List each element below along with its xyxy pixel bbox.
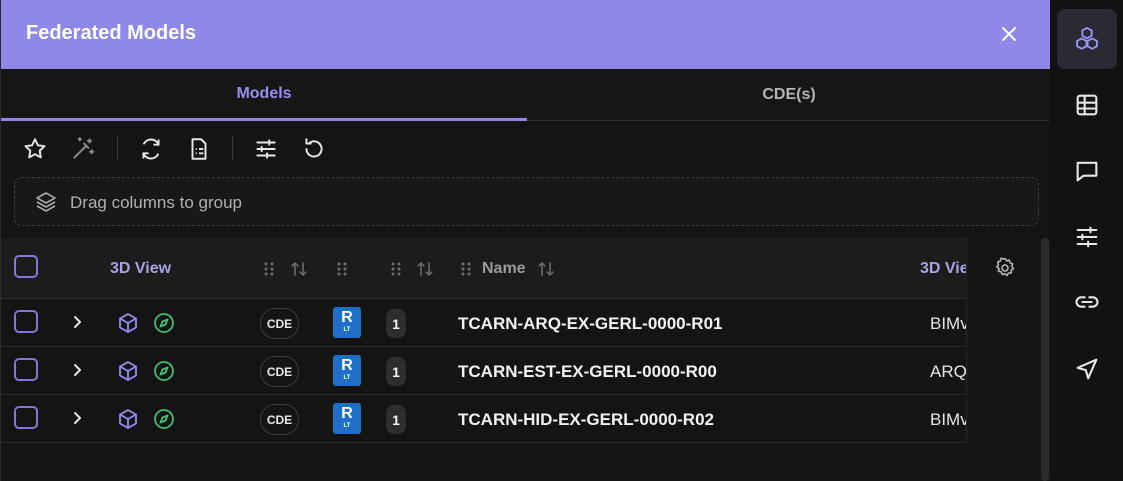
select-all-checkbox[interactable] <box>14 255 38 278</box>
drag-handle-icon[interactable] <box>460 261 472 277</box>
report-button[interactable] <box>186 136 212 162</box>
link-icon <box>1075 296 1099 308</box>
settings-sliders-button[interactable] <box>1057 207 1117 267</box>
table-icon <box>1076 94 1098 116</box>
link-button[interactable] <box>1057 272 1117 332</box>
layers-icon <box>36 192 56 212</box>
federated-models-panel: Federated Models Models CDE(s) Drag colu… <box>0 0 1051 481</box>
sort-icon[interactable] <box>290 260 308 278</box>
cde-badge: CDE <box>260 308 299 339</box>
magic-wand-icon <box>73 137 95 159</box>
group-placeholder: Drag columns to group <box>70 193 242 212</box>
revit-lt-icon: R LT <box>333 403 361 434</box>
cube-icon[interactable] <box>116 359 140 383</box>
column-settings-cell <box>966 238 1039 443</box>
cubes-icon <box>1076 26 1098 50</box>
close-button[interactable] <box>997 22 1021 46</box>
reset-icon <box>305 138 323 158</box>
cde-badge: CDE <box>260 356 299 387</box>
column-3d-view-secondary[interactable]: 3D Vie <box>920 260 966 278</box>
grid-header: 3D View Name 3D Vie <box>1 238 1039 299</box>
comment-icon <box>1076 161 1098 182</box>
version-badge: 1 <box>386 405 406 434</box>
scrollbar-thumb[interactable] <box>1041 238 1049 481</box>
table-row[interactable]: CDE R LT 1 TCARN-ARQ-EX-GERL-0000-R01 BI… <box>1 299 1039 347</box>
filters-button[interactable] <box>253 136 279 162</box>
cube-icon[interactable] <box>116 311 140 335</box>
row-checkbox[interactable] <box>14 358 38 381</box>
sliders-icon <box>256 139 276 159</box>
chevron-right-icon[interactable] <box>68 361 86 379</box>
table-button[interactable] <box>1057 75 1117 135</box>
toolbar <box>1 122 1051 174</box>
chevron-right-icon[interactable] <box>68 409 86 427</box>
panel-title: Federated Models <box>26 22 197 44</box>
revit-lt-icon: R LT <box>333 355 361 386</box>
compass-icon[interactable] <box>152 311 176 335</box>
view-name: BIMv <box>930 410 966 429</box>
sliders-icon <box>1076 226 1098 248</box>
tab-bar: Models CDE(s) <box>1 69 1051 121</box>
document-list-icon <box>191 138 207 160</box>
refresh-icon <box>142 138 160 160</box>
tab-models[interactable]: Models <box>1 69 527 121</box>
view-name: BIMv <box>930 314 966 333</box>
sort-icon[interactable] <box>537 260 555 278</box>
model-name: TCARN-ARQ-EX-GERL-0000-R01 <box>458 314 723 333</box>
group-drop-zone[interactable]: Drag columns to group <box>14 177 1039 226</box>
compass-icon[interactable] <box>152 407 176 431</box>
version-badge: 1 <box>386 309 406 338</box>
magic-button[interactable] <box>70 136 96 162</box>
panel-header: Federated Models <box>1 0 1051 69</box>
version-badge: 1 <box>386 357 406 386</box>
reset-button[interactable] <box>301 136 327 162</box>
table-row[interactable]: CDE R LT 1 TCARN-EST-EX-GERL-0000-R00 AR… <box>1 347 1039 395</box>
favorite-button[interactable] <box>22 136 48 162</box>
row-checkbox[interactable] <box>14 310 38 333</box>
comments-button[interactable] <box>1057 141 1117 201</box>
column-name[interactable]: Name <box>482 260 526 278</box>
row-checkbox[interactable] <box>14 406 38 429</box>
toolbar-divider <box>117 136 118 160</box>
drag-handle-icon[interactable] <box>390 261 402 277</box>
toolbar-divider <box>232 136 233 160</box>
drag-handle-icon[interactable] <box>336 261 348 277</box>
tab-cdes[interactable]: CDE(s) <box>527 69 1051 121</box>
cube-icon[interactable] <box>116 407 140 431</box>
gear-icon[interactable] <box>993 256 1017 280</box>
drag-handle-icon[interactable] <box>263 261 275 277</box>
send-icon <box>1076 358 1098 380</box>
star-icon <box>24 138 46 159</box>
models-grid: 3D View Name 3D Vie CDE R LT 1 TCARN-ARQ… <box>1 238 1039 481</box>
close-icon <box>1002 27 1016 41</box>
table-row[interactable]: CDE R LT 1 TCARN-HID-EX-GERL-0000-R02 BI… <box>1 395 1039 443</box>
right-icon-rail <box>1050 0 1123 481</box>
model-name: TCARN-EST-EX-GERL-0000-R00 <box>458 362 717 381</box>
revit-lt-icon: R LT <box>333 307 361 338</box>
chevron-right-icon[interactable] <box>68 313 86 331</box>
cde-badge: CDE <box>260 404 299 435</box>
federated-models-button[interactable] <box>1057 9 1117 69</box>
refresh-button[interactable] <box>138 136 164 162</box>
send-button[interactable] <box>1057 339 1117 399</box>
model-name: TCARN-HID-EX-GERL-0000-R02 <box>458 410 714 429</box>
view-name: ARQ <box>930 362 966 381</box>
sort-icon[interactable] <box>416 260 434 278</box>
compass-icon[interactable] <box>152 359 176 383</box>
column-3d-view[interactable]: 3D View <box>110 260 171 278</box>
